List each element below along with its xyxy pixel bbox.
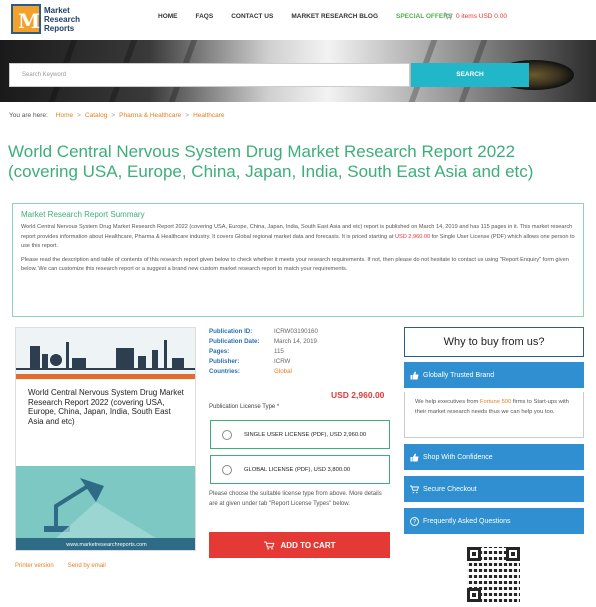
meta-key: Publication ID: xyxy=(209,328,253,335)
breadcrumb-separator: > xyxy=(77,112,81,119)
logo-line: Reports xyxy=(44,23,75,33)
meta-row: Publisher: ICRW xyxy=(209,357,318,367)
qr-code xyxy=(467,547,520,602)
license-note: Please choose the suitable license type … xyxy=(209,491,382,507)
why-buy-heading: Why to buy from us? xyxy=(404,327,584,357)
license-option-label: GLOBAL LICENSE (PDF), USD 3,800.00 xyxy=(244,466,351,473)
search-input[interactable]: Search Keyword xyxy=(9,63,410,87)
meta-value: ICRW03190160 xyxy=(274,328,318,335)
search-button[interactable]: SEARCH xyxy=(411,63,529,87)
printer-version-link[interactable]: Printer version xyxy=(15,563,54,569)
meta-value: ICRW xyxy=(274,358,291,365)
summary-paragraph: Please read the description and table of… xyxy=(21,256,569,273)
add-to-cart-label: ADD TO CART xyxy=(280,540,336,550)
side-button-label: Globally Trusted Brand xyxy=(423,371,495,379)
main-nav: HOME FAQS CONTACT US MARKET RESEARCH BLO… xyxy=(158,13,470,20)
report-summary: Market Research Report Summary World Cen… xyxy=(12,203,584,317)
add-to-cart-button[interactable]: ADD TO CART xyxy=(209,532,390,558)
report-actions: Printer version Send by email xyxy=(15,563,120,569)
meta-row: Pages: 115 xyxy=(209,347,318,357)
fortune-500-highlight: Fortune 500 xyxy=(479,399,512,405)
breadcrumb-separator: > xyxy=(185,112,190,119)
publication-meta: Publication ID: ICRW03190160 Publication … xyxy=(209,327,318,377)
meta-value: March 14, 2019 xyxy=(274,338,317,345)
cover-top-illustration xyxy=(16,328,195,380)
meta-row: Countries: Global xyxy=(209,367,318,377)
secure-checkout[interactable]: Secure Checkout xyxy=(404,476,584,502)
logo-text: Market Research Reports xyxy=(44,6,80,33)
summary-paragraph: World Central Nervous System Drug Market… xyxy=(21,223,575,252)
top-bar: M Market Research Reports HOME FAQS CONT… xyxy=(0,0,596,40)
meta-value: 115 xyxy=(274,348,284,355)
send-by-email-link[interactable]: Send by email xyxy=(68,563,106,569)
breadcrumb-prefix: You are here: xyxy=(9,112,48,119)
nav-faqs[interactable]: FAQS xyxy=(196,13,214,20)
breadcrumb-pharma[interactable]: Pharma & Healthcare xyxy=(119,112,181,119)
cover-accent-band xyxy=(16,374,195,379)
cart-icon xyxy=(444,12,453,20)
nav-home[interactable]: HOME xyxy=(158,13,178,20)
frequently-asked-questions[interactable]: ? Frequently Asked Questions xyxy=(404,508,584,534)
breadcrumb-catalog[interactable]: Catalog xyxy=(85,112,107,119)
report-price: USD 2,960.00 xyxy=(331,390,385,400)
meta-key: Countries: xyxy=(209,368,240,375)
globally-trusted-brand[interactable]: Globally Trusted Brand xyxy=(404,362,584,388)
cart-icon xyxy=(263,541,275,550)
side-button-label: Frequently Asked Questions xyxy=(423,517,511,525)
thumbs-up-icon xyxy=(410,371,419,379)
license-option-single[interactable]: SINGLE USER LICENSE (PDF), USD 2,960.00 xyxy=(210,420,390,449)
breadcrumb-healthcare[interactable]: Healthcare xyxy=(193,112,224,119)
radio-button[interactable] xyxy=(222,464,232,475)
breadcrumb-home[interactable]: Home xyxy=(56,112,73,119)
page-title: World Central Nervous System Drug Market… xyxy=(8,142,534,181)
meta-row: Publication Date: March 14, 2019 xyxy=(209,337,318,347)
logo-letter: M xyxy=(18,9,41,33)
logo-line: Market xyxy=(44,5,70,15)
trusted-text: We help executives from xyxy=(415,399,480,405)
shop-with-confidence[interactable]: Shop With Confidence xyxy=(404,444,584,470)
cart-summary[interactable]: 0 items USD 0.00 xyxy=(444,12,507,20)
meta-key: Publication Date: xyxy=(209,338,260,345)
cart-icon xyxy=(410,485,419,493)
qr-corner xyxy=(506,547,520,561)
logo-mark: M xyxy=(11,4,41,34)
meta-row: Publication ID: ICRW03190160 xyxy=(209,327,318,337)
license-option-label: SINGLE USER LICENSE (PDF), USD 2,960.00 xyxy=(244,431,367,438)
meta-key: Pages: xyxy=(209,348,230,355)
desk-lamp-icon xyxy=(16,466,195,538)
question-icon: ? xyxy=(410,516,419,526)
trusted-brand-description: We help executives from Fortune 500 firm… xyxy=(404,392,584,438)
qr-corner xyxy=(467,588,481,602)
qr-corner xyxy=(467,547,481,561)
cover-caption: World Central Nervous System Drug Market… xyxy=(28,388,184,426)
lab-equipment-icon xyxy=(16,340,195,370)
side-button-label: Secure Checkout xyxy=(423,485,477,493)
summary-heading: Market Research Report Summary xyxy=(21,210,145,219)
side-button-label: Shop With Confidence xyxy=(423,453,493,461)
license-label: Publication License Type * xyxy=(209,404,280,410)
nav-blog[interactable]: MARKET RESEARCH BLOG xyxy=(291,13,378,20)
cover-url: www.marketresearchreports.com xyxy=(16,538,195,550)
breadcrumb-separator: > xyxy=(111,112,116,119)
breadcrumb: You are here: Home > Catalog > Pharma & … xyxy=(9,112,225,119)
meta-value[interactable]: Global xyxy=(274,367,292,377)
report-cover-image: World Central Nervous System Drug Market… xyxy=(15,327,196,551)
radio-button[interactable] xyxy=(222,429,232,440)
cart-text: 0 items USD 0.00 xyxy=(456,12,507,20)
logo-line: Research xyxy=(44,14,81,24)
meta-key: Publisher: xyxy=(209,358,240,365)
thumbs-up-icon xyxy=(410,453,419,461)
site-logo[interactable]: M Market Research Reports xyxy=(11,2,85,36)
license-option-global[interactable]: GLOBAL LICENSE (PDF), USD 3,800.00 xyxy=(210,455,390,484)
nav-contact-us[interactable]: CONTACT US xyxy=(231,13,273,20)
summary-price: USD 2,960.00 xyxy=(394,233,431,240)
